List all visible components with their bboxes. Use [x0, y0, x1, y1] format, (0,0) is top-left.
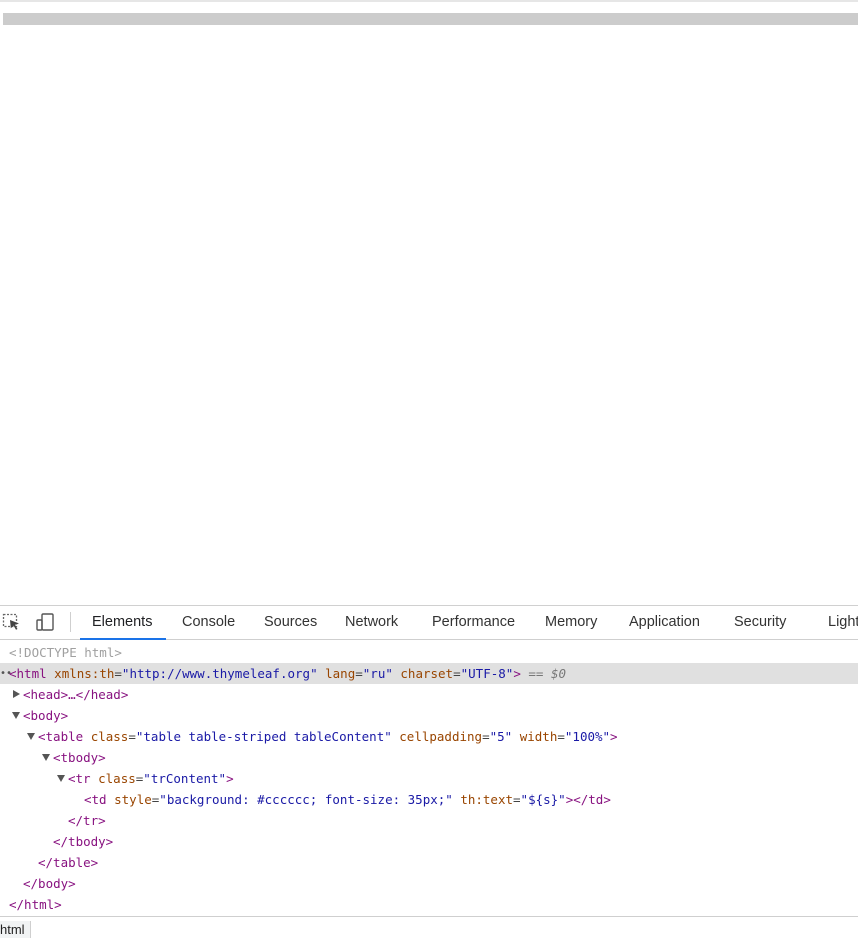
- rendered-page: [0, 0, 858, 605]
- head-collapsed-tag: <head>…</head>: [23, 687, 129, 702]
- toolbar-separator: [70, 612, 71, 632]
- collapse-triangle-icon[interactable]: [12, 712, 20, 719]
- tab-console[interactable]: Console: [182, 606, 235, 639]
- selected-marker: == $0: [528, 666, 567, 681]
- body-open-tag: <body>: [23, 708, 69, 723]
- device-toolbar-icon[interactable]: [35, 612, 55, 632]
- devtools-toolbar: Elements Console Sources Network Perform…: [0, 606, 858, 640]
- html-close-tag: </html>: [9, 897, 62, 912]
- devtools-panel: Elements Console Sources Network Perform…: [0, 605, 858, 938]
- collapse-triangle-icon[interactable]: [57, 775, 65, 782]
- collapse-triangle-icon[interactable]: [42, 754, 50, 761]
- body-close-tag: </body>: [23, 876, 76, 891]
- inspect-element-icon[interactable]: [2, 612, 22, 632]
- page-top-border: [0, 0, 858, 2]
- td-element: <td style="background: #cccccc; font-siz…: [84, 792, 611, 807]
- tree-row-tr-close[interactable]: </tr>: [0, 810, 858, 831]
- tab-performance[interactable]: Performance: [432, 606, 515, 639]
- collapse-triangle-icon[interactable]: [27, 733, 35, 740]
- tree-row-table[interactable]: <table class="table table-striped tableC…: [0, 726, 858, 747]
- table-close-tag: </table>: [38, 855, 99, 870]
- tree-row-body[interactable]: <body>: [0, 705, 858, 726]
- tab-security[interactable]: Security: [734, 606, 786, 639]
- tbody-open-tag: <tbody>: [53, 750, 106, 765]
- tree-row-doctype[interactable]: <!DOCTYPE html>: [0, 642, 858, 663]
- tr-close-tag: </tr>: [68, 813, 106, 828]
- table-cell-bar: [3, 13, 858, 25]
- expand-triangle-icon[interactable]: [13, 690, 20, 698]
- tree-row-td[interactable]: <td style="background: #cccccc; font-siz…: [0, 789, 858, 810]
- tree-row-body-close[interactable]: </body>: [0, 873, 858, 894]
- tab-lighthouse[interactable]: Lighthouse: [828, 606, 858, 639]
- tree-row-html[interactable]: •• <html xmlns:th="http://www.thymeleaf.…: [0, 663, 858, 684]
- table-open-tag: <table class="table table-striped tableC…: [38, 729, 618, 744]
- tab-network[interactable]: Network: [345, 606, 398, 639]
- tree-row-head[interactable]: <head>…</head>: [0, 684, 858, 705]
- tree-row-table-close[interactable]: </table>: [0, 852, 858, 873]
- doctype-text: <!DOCTYPE html>: [9, 645, 122, 660]
- tab-elements[interactable]: Elements: [79, 606, 168, 640]
- tr-open-tag: <tr class="trContent">: [68, 771, 234, 786]
- tab-application[interactable]: Application: [629, 606, 700, 639]
- html-open-tag: <html xmlns:th="http://www.thymeleaf.org…: [9, 666, 567, 681]
- tbody-close-tag: </tbody>: [53, 834, 114, 849]
- breadcrumb-item-html[interactable]: html: [0, 921, 31, 938]
- tree-row-tbody-close[interactable]: </tbody>: [0, 831, 858, 852]
- dom-tree: <!DOCTYPE html> •• <html xmlns:th="http:…: [0, 642, 858, 915]
- breadcrumb-bar: html: [0, 916, 858, 938]
- tree-row-tbody[interactable]: <tbody>: [0, 747, 858, 768]
- tab-memory[interactable]: Memory: [545, 606, 597, 639]
- tab-sources[interactable]: Sources: [264, 606, 317, 639]
- tree-row-tr[interactable]: <tr class="trContent">: [0, 768, 858, 789]
- tree-row-html-close[interactable]: </html>: [0, 894, 858, 915]
